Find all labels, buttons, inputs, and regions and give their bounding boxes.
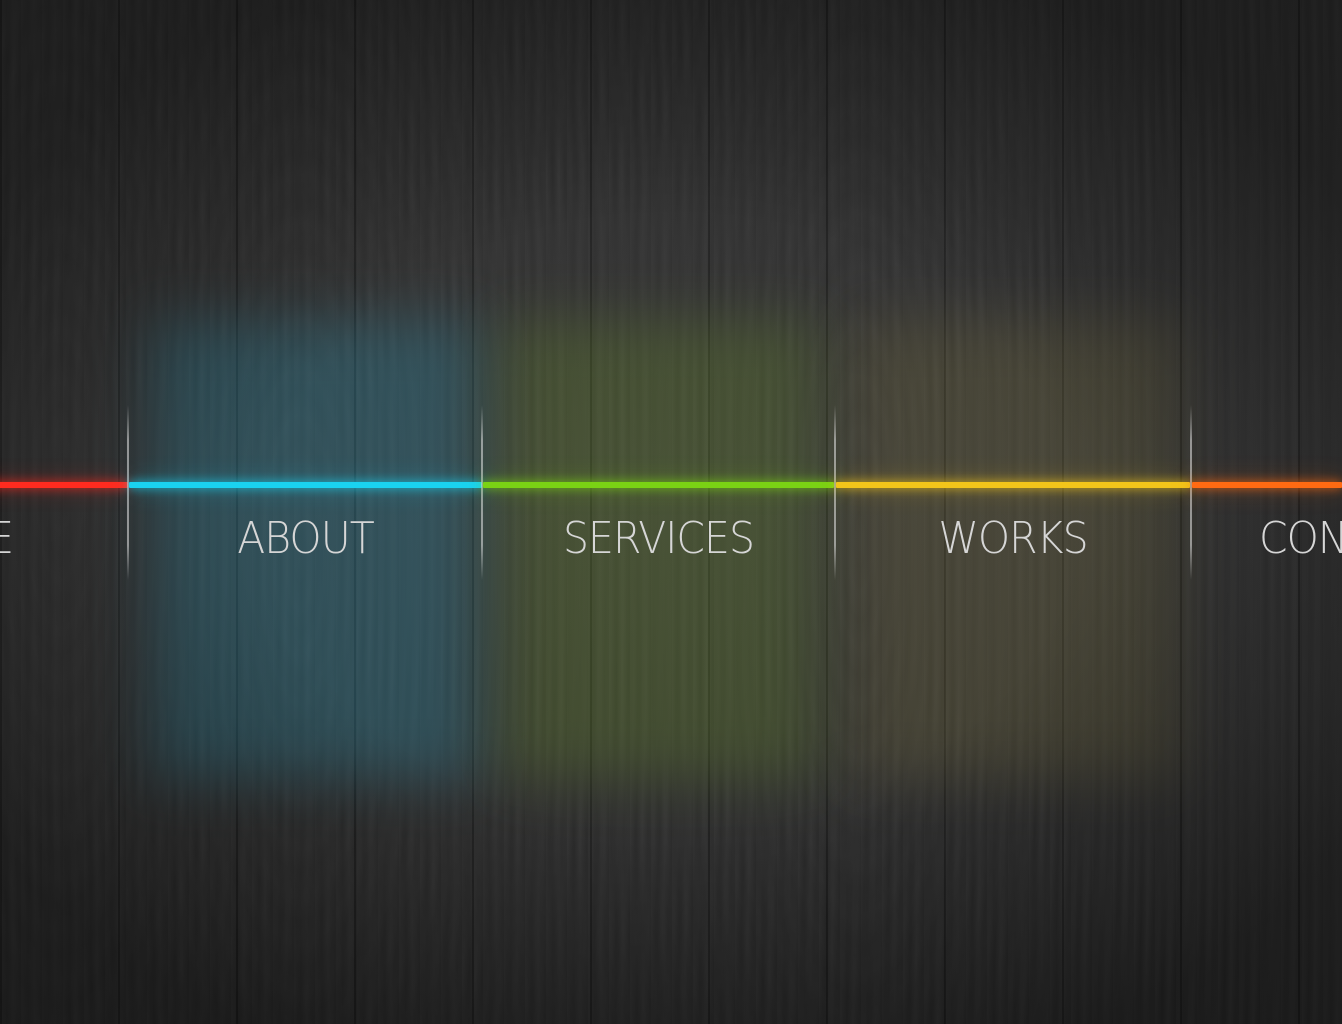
nav-label-about: ABOUT bbox=[237, 513, 375, 564]
nav-item-about[interactable]: ABOUT bbox=[129, 405, 482, 575]
works-color-bar bbox=[836, 482, 1190, 488]
nav-label-works: WORKS bbox=[938, 513, 1088, 564]
nav-item-services[interactable]: SERVICES bbox=[483, 405, 834, 575]
home-color-bar bbox=[0, 482, 128, 488]
nav-label-home: E bbox=[0, 513, 14, 564]
main-navigation: E ABOUT SERVICES WORKS CON bbox=[0, 0, 1342, 1024]
nav-item-home[interactable]: E bbox=[0, 405, 128, 575]
nav-label-services: SERVICES bbox=[562, 513, 755, 564]
nav-item-contact[interactable]: CON bbox=[1192, 405, 1342, 575]
about-color-bar bbox=[129, 482, 482, 488]
services-color-bar bbox=[483, 482, 834, 488]
nav-item-works[interactable]: WORKS bbox=[836, 405, 1190, 575]
contact-color-bar bbox=[1192, 482, 1342, 488]
wood-background: E ABOUT SERVICES WORKS CON bbox=[0, 0, 1342, 1024]
nav-label-contact: CON bbox=[1259, 513, 1342, 564]
